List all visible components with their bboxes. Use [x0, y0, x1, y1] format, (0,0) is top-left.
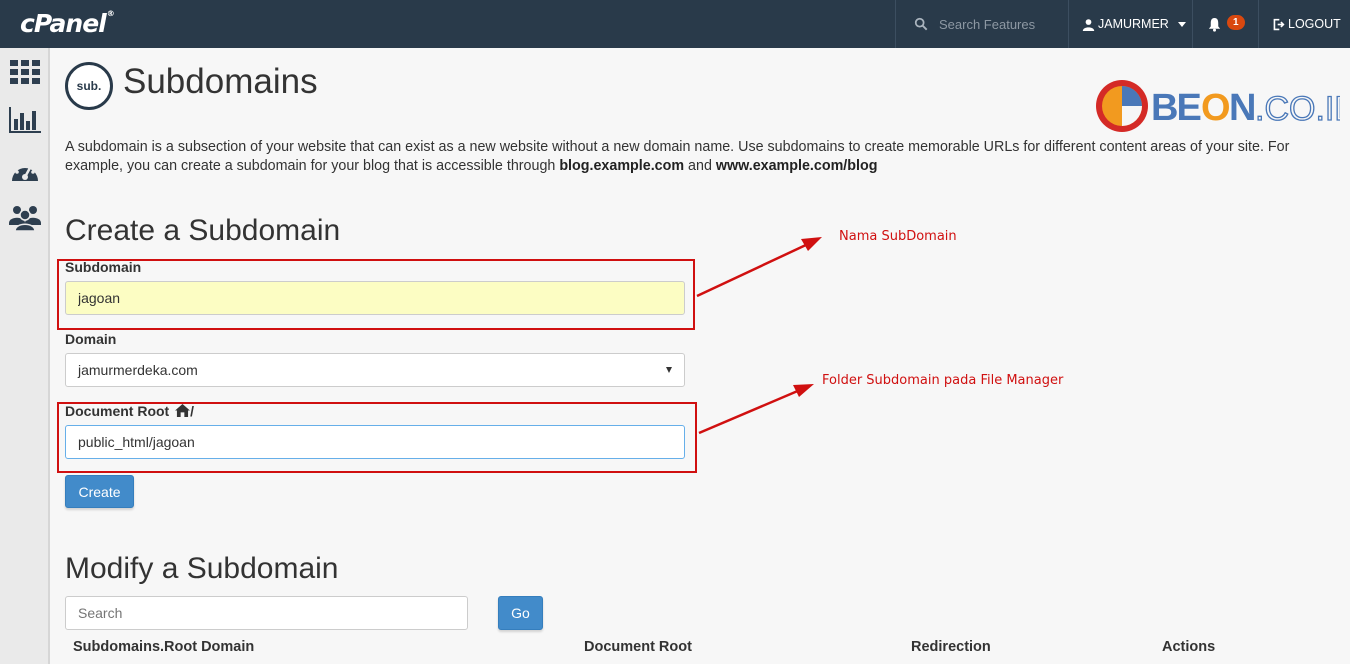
- intro-paragraph: A subdomain is a subsection of your webs…: [65, 138, 1335, 176]
- subdomains-logo-icon: sub.: [65, 62, 113, 110]
- grid-icon: [10, 60, 40, 84]
- svg-text:O: O: [1201, 87, 1229, 129]
- logout-label: LOGOUT: [1288, 17, 1341, 31]
- modify-subdomain-heading: Modify a Subdomain: [65, 552, 339, 585]
- user-menu[interactable]: JAMURMER: [1068, 0, 1192, 48]
- notification-badge: 1: [1227, 14, 1245, 30]
- beon-watermark-logo: BE O N .CO.ID: [1096, 80, 1340, 132]
- column-header-actions: Actions: [1162, 639, 1216, 655]
- domain-select[interactable]: jamurmerdeka.com: [65, 353, 685, 387]
- username: JAMURMER: [1098, 17, 1169, 31]
- go-button[interactable]: Go: [498, 596, 543, 630]
- document-root-annotation: Folder Subdomain pada File Manager: [822, 373, 1064, 388]
- bell-icon: [1208, 17, 1221, 32]
- create-subdomain-heading: Create a Subdomain: [65, 214, 341, 247]
- svg-text:.CO.ID: .CO.ID: [1255, 90, 1340, 128]
- domain-select-value: jamurmerdeka.com: [78, 362, 198, 378]
- sidebar-item-dashboard[interactable]: [9, 156, 41, 184]
- domain-label: Domain: [65, 331, 117, 347]
- search-icon: [914, 17, 928, 31]
- intro-text-and: and: [684, 158, 716, 174]
- example-path-url: www.example.com/blog: [715, 158, 878, 174]
- chevron-down-icon: [666, 367, 672, 373]
- sidebar-item-stats[interactable]: [9, 106, 41, 134]
- column-header-document-root[interactable]: Document Root: [584, 639, 692, 655]
- subdomain-highlight-box: [57, 259, 695, 330]
- chevron-down-icon: [1177, 21, 1186, 27]
- top-bar: cPanel® JAMURMER 1 LOGOUT: [0, 0, 1350, 48]
- subdomains-logo-text: sub.: [76, 79, 102, 93]
- search-features-input[interactable]: [939, 16, 1059, 32]
- bar-chart-icon: [9, 107, 41, 133]
- brand-name: cPanel: [20, 9, 107, 38]
- subdomain-search-input[interactable]: [65, 596, 468, 630]
- feature-search: [895, 0, 1068, 48]
- example-subdomain-url: blog.example.com: [559, 158, 685, 174]
- sidebar-item-users[interactable]: [9, 203, 41, 231]
- dashboard-icon: [12, 163, 38, 181]
- column-header-redirection[interactable]: Redirection: [911, 639, 991, 655]
- notifications-button[interactable]: 1: [1192, 0, 1258, 48]
- sidebar-item-home[interactable]: [9, 58, 41, 86]
- cpanel-logo[interactable]: cPanel®: [20, 9, 115, 38]
- logout-icon: [1273, 18, 1285, 30]
- document-root-highlight-box: [57, 402, 697, 473]
- column-header-subdomain[interactable]: Subdomains.Root Domain: [73, 639, 254, 655]
- logout-button[interactable]: LOGOUT: [1258, 0, 1350, 48]
- svg-text:N: N: [1229, 87, 1254, 129]
- subdomain-annotation: Nama SubDomain: [839, 229, 957, 244]
- page-title: Subdomains: [123, 62, 318, 101]
- user-icon: [1082, 18, 1095, 31]
- sidebar: [0, 48, 50, 664]
- svg-text:BE: BE: [1151, 87, 1200, 129]
- users-icon: [9, 206, 41, 231]
- brand-mark: ®: [106, 9, 115, 18]
- create-button[interactable]: Create: [65, 475, 134, 508]
